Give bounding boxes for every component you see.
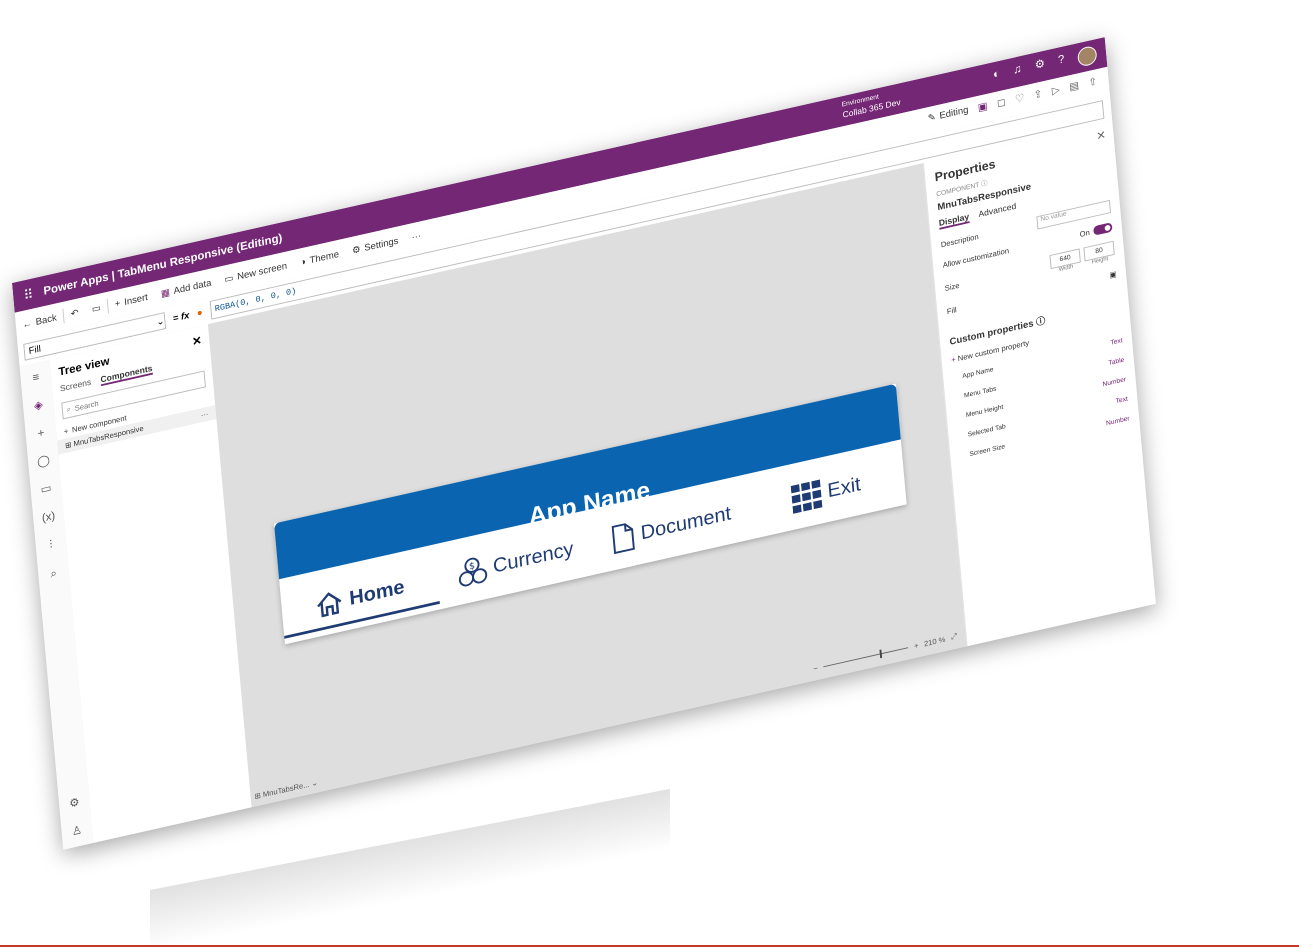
plus-icon: + — [114, 298, 121, 310]
screenshot-stage: ⠿ Power Apps | TabMenu Responsive (Editi… — [0, 0, 1299, 947]
info-icon[interactable]: ⓘ — [1036, 316, 1046, 328]
notifications-icon[interactable]: ♫ — [1012, 62, 1022, 82]
help-icon[interactable]: ⓘ — [981, 180, 988, 188]
search-icon[interactable]: ⌕ — [50, 566, 58, 581]
back-button[interactable]: ← Back — [15, 311, 63, 332]
data-icon[interactable]: ◯ — [37, 453, 51, 469]
insert-button[interactable]: + Insert — [108, 290, 155, 311]
save-icon[interactable]: ▤ — [1069, 79, 1080, 93]
app-checker-icon[interactable]: ♡ — [1014, 91, 1025, 105]
svg-text:$: $ — [468, 561, 475, 573]
plus-icon[interactable]: + — [37, 426, 45, 440]
fill-color-picker-icon[interactable]: ▣ — [1109, 270, 1117, 280]
plus-icon: + — [63, 426, 69, 437]
variables-icon[interactable]: (x) — [41, 509, 55, 525]
clipboard-icon: ▭ — [91, 302, 102, 315]
media-icon[interactable]: ▭ — [40, 481, 52, 496]
fill-label: Fill — [946, 305, 957, 317]
waffle-icon[interactable]: ⠿ — [13, 283, 45, 306]
back-arrow-icon: ← — [22, 317, 33, 331]
pencil-icon: ✎ — [927, 112, 937, 125]
component-icon: ⊞ — [64, 440, 72, 451]
fx-label: = fx — [172, 310, 190, 324]
width-group: 640 Width — [1049, 248, 1081, 274]
zoom-out-button[interactable]: − — [813, 663, 818, 672]
description-label: Description — [940, 231, 979, 249]
size-label: Size — [944, 281, 960, 293]
more-options-button[interactable]: ··· — [200, 410, 208, 420]
more-commands-button[interactable]: ··· — [405, 229, 429, 244]
currency-icon: $ — [458, 557, 488, 587]
plus-icon: + — [950, 355, 957, 365]
close-icon[interactable]: ✕ — [1096, 128, 1107, 143]
copilot-icon[interactable]: ◐ — [992, 66, 1001, 86]
tools-icon[interactable]: ⫶ — [49, 538, 53, 553]
allow-customization-toggle[interactable] — [1093, 222, 1113, 236]
undo-button[interactable]: ↶ — [64, 306, 86, 321]
theme-icon: ◑ — [299, 256, 307, 268]
paste-button[interactable]: ▭ — [85, 301, 108, 316]
power-apps-studio-window: ⠿ Power Apps | TabMenu Responsive (Editi… — [12, 37, 1156, 850]
screen-selector[interactable]: ⊞ MnuTabsRe... ⌄ — [254, 778, 318, 801]
theme-button[interactable]: ◑ Theme — [293, 247, 346, 269]
chevron-down-icon: ⌄ — [156, 315, 165, 328]
gear-icon: ⚙ — [351, 243, 362, 257]
component-view-icon[interactable]: ▣ — [977, 100, 988, 114]
help-icon[interactable]: ? — [1057, 52, 1065, 72]
reflection — [150, 788, 670, 947]
zoom-slider-thumb[interactable] — [879, 648, 883, 658]
home-icon — [317, 592, 342, 618]
tab-menu-component[interactable]: App Name Home $ Currency Document Exit — [274, 383, 907, 645]
publish-icon[interactable]: ⇧ — [1088, 75, 1098, 89]
layers-icon[interactable]: ◈ — [33, 398, 43, 413]
fit-to-window-icon[interactable]: ⤢ — [951, 632, 958, 643]
search-icon: ⌕ — [66, 404, 72, 414]
component-icon: ⊞ — [254, 791, 262, 801]
grid-icon — [790, 479, 823, 514]
comments-icon[interactable]: ◻ — [996, 96, 1007, 109]
editing-indicator[interactable]: ✎ Editing — [927, 105, 968, 124]
height-group: 80 Height — [1083, 240, 1115, 267]
new-screen-icon: ▭ — [224, 272, 234, 285]
zoom-level: 210 % — [923, 634, 946, 648]
share-icon[interactable]: ⇪ — [1033, 87, 1043, 101]
zoom-control: − + 210 % ⤢ — [813, 632, 957, 674]
close-icon[interactable]: ✕ — [192, 333, 203, 348]
undo-icon: ↶ — [70, 307, 80, 320]
rail-bottom: ⚙ ♙ — [69, 795, 83, 838]
hamburger-icon[interactable]: ≡ — [32, 370, 40, 384]
settings-icon[interactable]: ⚙ — [1034, 56, 1046, 77]
preview-icon[interactable]: ▷ — [1051, 83, 1060, 97]
avatar[interactable] — [1076, 44, 1098, 68]
database-icon: ▦ — [160, 286, 171, 300]
zoom-slider[interactable] — [823, 646, 909, 667]
color-picker-icon[interactable]: ● — [196, 307, 203, 319]
zoom-in-button[interactable]: + — [914, 641, 919, 650]
settings-icon[interactable]: ⚙ — [69, 795, 80, 810]
document-icon — [611, 523, 635, 555]
account-icon[interactable]: ♙ — [71, 823, 82, 838]
